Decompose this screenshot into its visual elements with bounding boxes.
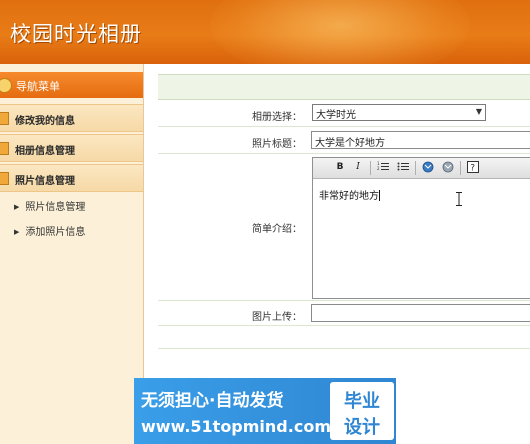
sidebar-group-label: 照片信息管理 — [15, 176, 75, 187]
photo-form: 相册选择： 大学时光 ▼ 照片标题： 大学是个好地方 简单介绍： B I 12 — [158, 74, 530, 349]
unlink-icon[interactable] — [441, 161, 455, 174]
triangle-right-icon: ▶ — [14, 228, 20, 236]
intro-label: 简单介绍： — [252, 224, 302, 235]
insert-link-icon[interactable] — [421, 161, 435, 174]
ad-badge: 毕业 设计 — [330, 382, 394, 440]
row-upload: 图片上传： — [158, 301, 530, 326]
help-icon[interactable]: ? — [466, 161, 480, 174]
menu-icon — [0, 78, 12, 93]
folder-icon — [0, 142, 9, 155]
sidebar-item-photo-manage[interactable]: ▶ 照片信息管理 — [14, 198, 85, 213]
sidebar: 导航菜单 修改我的信息 相册信息管理 照片信息管理 ▶ 照片信息管理 ▶ 添加照片信… — [0, 64, 144, 444]
app-title: 校园时光相册 — [10, 22, 142, 46]
album-select-value: 大学时光 — [316, 110, 356, 121]
toolbar-separator — [460, 161, 461, 175]
ad-banner[interactable]: 无须担心·自动发货 www.51topmind.com 毕业 设计 — [134, 378, 396, 444]
folder-icon — [0, 172, 9, 185]
nav-menu-header: 导航菜单 — [0, 72, 143, 98]
sidebar-item-label: 添加照片信息 — [25, 227, 86, 238]
upload-input[interactable] — [311, 304, 530, 322]
bold-button[interactable]: B — [333, 161, 347, 174]
sidebar-group-edit-my-info[interactable]: 修改我的信息 — [0, 104, 143, 132]
row-album: 相册选择： 大学时光 ▼ — [158, 100, 530, 127]
folder-icon — [0, 112, 9, 125]
sidebar-group-album-manage[interactable]: 相册信息管理 — [0, 134, 143, 162]
sidebar-group-photo-manage[interactable]: 照片信息管理 — [0, 164, 143, 192]
album-select[interactable]: 大学时光 ▼ — [312, 104, 486, 121]
sidebar-item-label: 照片信息管理 — [25, 202, 86, 213]
text-cursor — [379, 190, 380, 201]
intro-text: 非常好的地方 — [319, 187, 380, 202]
toolbar-separator — [415, 161, 416, 175]
ad-slogan: 无须担心·自动发货 — [141, 391, 284, 411]
ad-badge-line1: 毕业 — [344, 391, 380, 412]
svg-text:?: ? — [470, 164, 475, 174]
sidebar-item-add-photo[interactable]: ▶ 添加照片信息 — [14, 223, 85, 238]
sidebar-group-label: 相册信息管理 — [15, 146, 75, 157]
ad-badge-line2: 设计 — [344, 417, 380, 438]
form-top-bar — [158, 74, 530, 100]
intro-text-value: 非常好的地方 — [319, 191, 379, 202]
upload-label: 图片上传： — [252, 312, 302, 323]
photo-title-label: 照片标题： — [252, 139, 302, 150]
photo-title-input[interactable]: 大学是个好地方 — [311, 131, 530, 149]
toolbar-separator — [370, 161, 371, 175]
editor-toolbar: B I 12 ? — [313, 158, 530, 179]
row-actions — [158, 326, 530, 349]
ad-url: www.51topmind.com — [141, 417, 331, 436]
svg-text:2: 2 — [377, 166, 380, 171]
album-label: 相册选择： — [252, 112, 302, 123]
unordered-list-icon[interactable] — [396, 161, 410, 174]
text-cursor-icon — [456, 192, 462, 206]
triangle-right-icon: ▶ — [14, 203, 20, 211]
ordered-list-icon[interactable]: 12 — [376, 161, 390, 174]
chevron-down-icon: ▼ — [475, 107, 482, 116]
nav-menu-title: 导航菜单 — [16, 80, 60, 93]
sidebar-group-label: 修改我的信息 — [15, 116, 75, 127]
italic-button[interactable]: I — [351, 161, 365, 174]
app-header: 校园时光相册 — [0, 0, 530, 80]
row-photo-title: 照片标题： 大学是个好地方 — [158, 127, 530, 154]
intro-editor[interactable]: B I 12 ? 非常好的地方 — [312, 157, 530, 299]
photo-title-value: 大学是个好地方 — [315, 138, 385, 149]
